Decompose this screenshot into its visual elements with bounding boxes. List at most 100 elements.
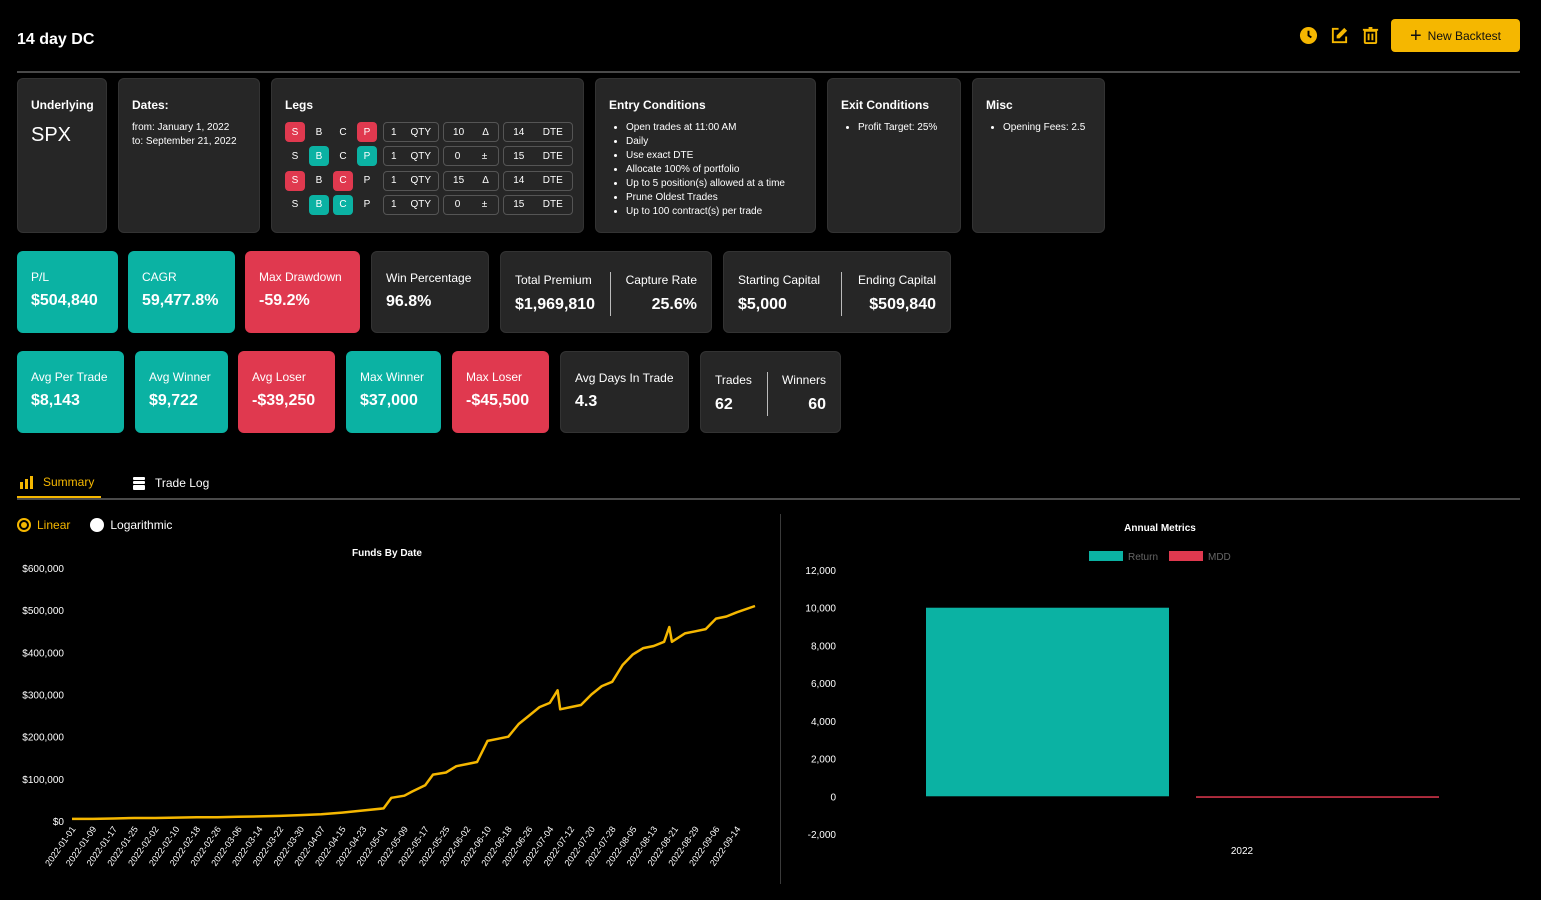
divider <box>767 372 768 416</box>
leg-qty-input[interactable]: 1 QTY <box>383 170 439 191</box>
radio-logarithmic[interactable]: Logarithmic <box>90 518 172 532</box>
stat-value: $1,969,810 <box>515 296 596 313</box>
header: 14 day DC + New Backtest <box>17 0 1520 73</box>
avg-winner-stat: Avg Winner $9,722 <box>135 351 228 433</box>
stat-value: 60 <box>808 396 826 413</box>
y-tick-label: -2,000 <box>808 830 837 841</box>
date-to: to: September 21, 2022 <box>132 136 237 147</box>
leg-dte-input[interactable]: 14 DTE <box>503 122 573 142</box>
avg-per-trade-stat: Avg Per Trade $8,143 <box>17 351 124 433</box>
leg-delta-input[interactable]: 10 Δ <box>443 122 499 142</box>
leg-qty-input[interactable]: 1 QTY <box>383 146 439 167</box>
series-line <box>72 604 756 821</box>
tab-bar: Summary Trade Log <box>17 460 1520 500</box>
leg-toggle-p[interactable]: P <box>357 171 377 191</box>
leg-dte-unit: DTE <box>542 126 563 138</box>
exit-list: Profit Target: 25% <box>858 121 937 135</box>
leg-qty-unit: QTY <box>410 150 432 162</box>
legend-label: MDD <box>1208 552 1231 563</box>
leg-toggle-b[interactable]: B <box>309 194 329 215</box>
tab-trade-log[interactable]: Trade Log <box>132 468 209 498</box>
bar-chart-icon <box>20 475 33 489</box>
stat-label: Avg Per Trade <box>31 370 108 384</box>
list-item: Prune Oldest Trades <box>626 191 785 205</box>
stat-value: -$45,500 <box>466 392 530 409</box>
y-tick-label: 6,000 <box>811 679 836 690</box>
leg-dte-input[interactable]: 15 DTE <box>503 146 573 167</box>
edit-icon[interactable] <box>1330 26 1349 45</box>
leg-toggle-s[interactable]: S <box>285 170 305 191</box>
leg-toggle-c[interactable]: C <box>333 194 353 215</box>
entry-conditions-card: Entry Conditions Open trades at 11:00 AM… <box>595 78 816 233</box>
y-tick-label: 2,000 <box>811 755 836 766</box>
leg-qty-unit: QTY <box>410 175 432 187</box>
annual-metrics-chart: Annual Metrics Return MDD -2,000 0 2,000 4,000… <box>805 523 1439 857</box>
list-item: Opening Fees: 2.5 <box>1003 121 1085 135</box>
list-item: Profit Target: 25% <box>858 121 937 135</box>
underlying-value: SPX <box>31 124 72 146</box>
stat-label: Capture Rate <box>625 273 697 287</box>
dates-card: Dates: from: January 1, 2022 to: Septemb… <box>118 78 260 233</box>
leg-toggle-c[interactable]: C <box>333 170 353 191</box>
stat-label: Avg Days In Trade <box>575 371 674 385</box>
leg-qty-input[interactable]: 1 QTY <box>383 122 439 142</box>
list-item: Use exact DTE <box>626 149 785 163</box>
leg-toggle-b[interactable]: B <box>309 146 329 167</box>
clock-icon[interactable] <box>1299 26 1318 45</box>
leg-delta-input[interactable]: 15 Δ <box>443 170 499 191</box>
max-drawdown-stat: Max Drawdown -59.2% <box>245 251 360 333</box>
radio-label: Logarithmic <box>110 518 173 532</box>
plus-icon: + <box>1409 24 1422 47</box>
tab-summary[interactable]: Summary <box>17 468 101 498</box>
exit-title: Exit Conditions <box>841 98 929 112</box>
leg-delta-value: 0 <box>454 199 461 211</box>
leg-dte-unit: DTE <box>542 175 563 187</box>
misc-card: Misc Opening Fees: 2.5 <box>972 78 1105 233</box>
stat-label: Max Loser <box>466 370 523 384</box>
leg-toggle-c[interactable]: C <box>333 122 353 142</box>
y-tick-label: $300,000 <box>22 691 64 702</box>
stat-value: $5,000 <box>738 296 787 313</box>
capital-stat: Starting Capital $5,000 Ending Capital $… <box>723 251 951 333</box>
trash-icon[interactable] <box>1361 26 1380 45</box>
new-backtest-button[interactable]: + New Backtest <box>1391 19 1520 52</box>
stat-value: -59.2% <box>259 292 310 309</box>
leg-toggle-b[interactable]: B <box>309 171 329 191</box>
legs-title: Legs <box>285 98 314 112</box>
list-item: Daily <box>626 135 785 149</box>
leg-dte-input[interactable]: 14 DTE <box>503 170 573 191</box>
leg-toggle-s[interactable]: S <box>285 122 305 142</box>
leg-toggle-c[interactable]: C <box>333 146 353 166</box>
leg-toggle-s[interactable]: S <box>285 195 305 215</box>
leg-dte-value: 14 <box>513 175 525 187</box>
page-title: 14 day DC <box>17 31 95 48</box>
y-tick-label: $600,000 <box>22 564 64 575</box>
chart-separator <box>780 514 781 884</box>
radio-linear[interactable]: Linear <box>17 518 70 532</box>
tab-label: Trade Log <box>155 476 210 490</box>
leg-toggle-p[interactable]: P <box>357 195 377 215</box>
underlying-card: Underlying SPX <box>17 78 107 233</box>
y-tick-label: 8,000 <box>811 641 836 652</box>
leg-delta-input[interactable]: 0 ± <box>443 194 499 215</box>
leg-toggle-b[interactable]: B <box>309 122 329 142</box>
leg-row: S B C P 1 QTY 0 ±15 DTE <box>285 194 575 215</box>
header-actions <box>1299 26 1380 45</box>
leg-qty-unit: QTY <box>410 126 432 138</box>
leg-dte-value: 15 <box>513 199 525 211</box>
stat-value: 62 <box>715 396 733 413</box>
leg-delta-input[interactable]: 0 ± <box>443 146 499 167</box>
leg-toggle-p[interactable]: P <box>357 146 377 167</box>
legend-swatch <box>1169 551 1203 561</box>
leg-toggle-s[interactable]: S <box>285 146 305 166</box>
y-tick-label: 4,000 <box>811 717 836 728</box>
funds-by-date-chart: Funds By Date $0 $100,000 $200,000 $300,000 $… <box>22 548 756 868</box>
stat-value: 59,477.8% <box>142 292 219 309</box>
leg-qty-input[interactable]: 1 QTY <box>383 194 439 215</box>
leg-toggle-p[interactable]: P <box>357 122 377 142</box>
leg-dte-input[interactable]: 15 DTE <box>503 194 573 215</box>
stat-label: Max Drawdown <box>259 270 342 284</box>
stat-value: $37,000 <box>360 392 418 409</box>
stat-value: 4.3 <box>575 393 598 410</box>
bar <box>1196 796 1439 798</box>
